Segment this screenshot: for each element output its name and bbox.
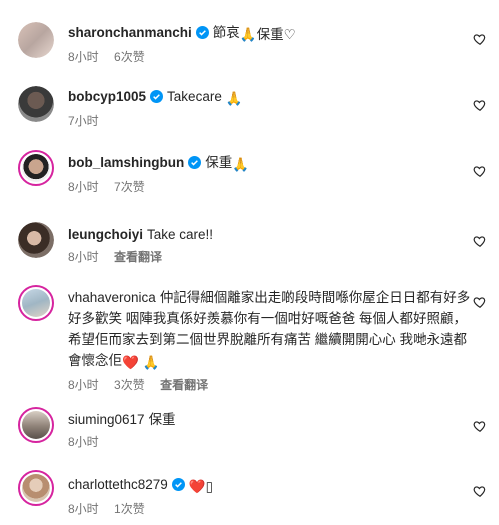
avatar[interactable]	[18, 470, 54, 506]
verified-badge-icon	[150, 90, 164, 103]
like-heart-icon[interactable]	[473, 98, 487, 112]
like-heart-icon[interactable]	[473, 234, 487, 248]
comment-username[interactable]: charlottethc8279	[68, 477, 168, 492]
comment-time: 8小时	[68, 435, 99, 449]
comment-time: 8小时	[68, 378, 99, 392]
comment-text: Takecare	[167, 89, 222, 104]
comment-meta: 8小时 查看翻译	[68, 249, 468, 265]
comment-time: 8小时	[68, 250, 99, 264]
comment-time: 8小时	[68, 502, 99, 516]
comment-username[interactable]: bob_lamshingbun	[68, 155, 184, 170]
see-translation-link[interactable]: 查看翻译	[114, 250, 162, 264]
comment-time: 8小时	[68, 50, 99, 64]
comment-meta: 8小时 7次赞	[68, 179, 468, 195]
verified-badge-icon	[171, 478, 185, 491]
comment-text: 節哀	[212, 25, 240, 40]
like-heart-icon[interactable]	[473, 164, 487, 178]
comment-text: 保重	[148, 412, 176, 427]
comment-username[interactable]: sharonchanmanchi	[68, 25, 192, 40]
comment-likes[interactable]: 3次赞	[114, 378, 145, 392]
comment-meta: 8小时 1次赞	[68, 501, 468, 517]
see-translation-link[interactable]: 查看翻译	[160, 378, 208, 392]
comment-meta: 7小时	[68, 113, 468, 129]
comment-meta: 8小时 3次赞 查看翻译	[68, 377, 478, 393]
avatar[interactable]	[18, 285, 54, 321]
comment-text: 保重	[205, 155, 233, 170]
comment-emoji: 🙏	[232, 157, 250, 172]
avatar[interactable]	[18, 150, 54, 186]
like-heart-icon[interactable]	[473, 295, 487, 309]
like-heart-icon[interactable]	[473, 419, 487, 433]
verified-badge-icon	[195, 26, 209, 39]
comment-time: 8小时	[68, 180, 99, 194]
comment-username[interactable]: leungchoiyi	[68, 227, 143, 242]
comment-emoji: ❤️▯	[188, 479, 214, 494]
comment-likes[interactable]: 6次赞	[114, 50, 145, 64]
comment-time: 7小时	[68, 114, 99, 128]
comment-emoji: 🙏	[225, 91, 243, 106]
like-heart-icon[interactable]	[473, 32, 487, 46]
comment-likes[interactable]: 7次赞	[114, 180, 145, 194]
like-heart-icon[interactable]	[473, 484, 487, 498]
avatar[interactable]	[18, 222, 54, 258]
comment-likes[interactable]: 1次赞	[114, 502, 145, 516]
comment-username[interactable]: vhahaveronica	[68, 290, 156, 305]
comment-username[interactable]: bobcyp1005	[68, 89, 146, 104]
avatar[interactable]	[18, 407, 54, 443]
comment-emoji: ❤️ 🙏	[122, 355, 160, 370]
comment-meta: 8小时	[68, 434, 468, 450]
avatar[interactable]	[18, 22, 54, 58]
verified-badge-icon	[188, 156, 202, 169]
comment-username[interactable]: siuming0617	[68, 412, 145, 427]
comment-text: Take care!!	[147, 227, 214, 242]
comment-emoji: 🙏保重♡	[239, 27, 296, 42]
comment-meta: 8小时 6次赞	[68, 49, 468, 65]
avatar[interactable]	[18, 86, 54, 122]
